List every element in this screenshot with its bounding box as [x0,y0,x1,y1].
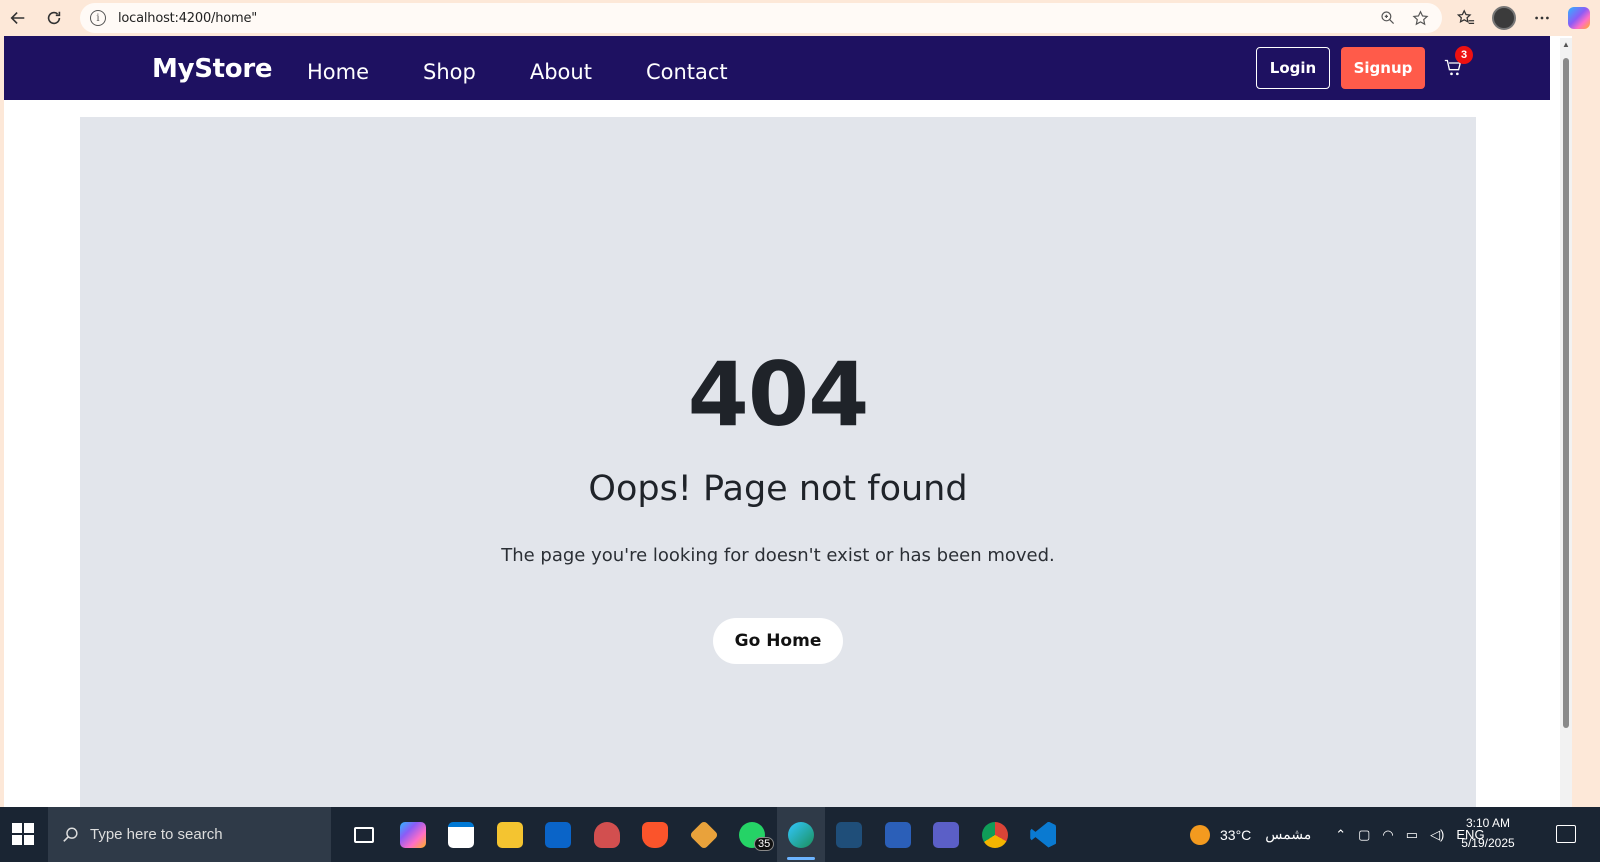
chevron-up-icon[interactable]: ⌃ [1335,827,1346,843]
clock-date: 5/19/2025 [1461,836,1515,850]
wifi-icon[interactable]: ◠ [1382,827,1393,843]
address-bar[interactable]: i localhost:4200/home" [80,3,1442,33]
copilot-app-icon[interactable] [389,807,438,862]
windows-start-icon[interactable] [12,823,34,845]
favorites-icon[interactable] [1454,4,1478,32]
weather-desc[interactable]: مشمس [1265,826,1311,843]
nav-link-about[interactable]: About [530,60,592,84]
word-icon[interactable] [874,807,923,862]
nav-link-shop[interactable]: Shop [423,60,476,84]
back-arrow-icon[interactable] [0,2,36,34]
windows-taskbar: Type here to search 35 33°C مشمس ⌃ ▢ ◠ ▭… [0,807,1600,862]
edge-browser-icon[interactable] [776,807,825,862]
browser-toolbar: i localhost:4200/home" [0,0,1600,36]
search-placeholder: Type here to search [90,826,223,843]
search-icon [63,827,78,842]
teams-icon[interactable] [922,807,971,862]
site-navbar: MyStore Home Shop About Contact Login Si… [4,36,1550,100]
whatsapp-icon[interactable]: 35 [728,807,777,862]
nav-link-home[interactable]: Home [307,60,369,84]
taskbar-search[interactable]: Type here to search [48,807,331,862]
copilot-icon[interactable] [1568,7,1590,29]
error-message: The page you're looking for doesn't exis… [501,545,1055,566]
signup-button[interactable]: Signup [1341,47,1425,89]
dev-tool-icon[interactable] [825,807,874,862]
chrome-icon[interactable] [971,807,1020,862]
notifications-icon[interactable] [1556,825,1576,843]
brand-logo[interactable]: MyStore [152,54,273,84]
site-info-icon[interactable]: i [90,10,106,26]
nav-link-contact[interactable]: Contact [646,60,728,84]
page-viewport: MyStore Home Shop About Contact Login Si… [4,36,1572,820]
outlook-icon[interactable] [534,807,583,862]
error-code: 404 [687,343,870,446]
not-found-panel: 404 Oops! Page not found The page you're… [80,117,1476,820]
cloud-app-icon[interactable] [583,807,632,862]
more-menu-icon[interactable] [1530,4,1554,32]
nav-links: Home Shop About Contact [307,60,782,84]
login-button[interactable]: Login [1256,47,1330,89]
microsoft-store-icon[interactable] [437,807,486,862]
meet-now-icon[interactable]: ▢ [1358,827,1370,843]
battery-icon[interactable]: ▭ [1406,827,1418,843]
scroll-up-arrow-icon[interactable]: ▲ [1562,40,1570,49]
scroll-thumb[interactable] [1563,58,1569,728]
taskbar-apps: 35 [340,807,1068,862]
file-explorer-icon[interactable] [486,807,535,862]
clock-time: 3:10 AM [1465,816,1511,830]
weather-temp[interactable]: 33°C [1220,827,1251,843]
profile-avatar[interactable] [1492,6,1516,30]
vscode-icon[interactable] [1019,807,1068,862]
url-text[interactable]: localhost:4200/home" [118,11,257,26]
taskbar-clock[interactable]: 3:10 AM 5/19/2025 [1456,813,1520,853]
system-tray: 33°C مشمس ⌃ ▢ ◠ ▭ ◁) ENG [1190,807,1485,862]
zoom-icon[interactable] [1378,8,1398,28]
weather-sun-icon[interactable] [1190,824,1210,845]
whatsapp-badge: 35 [754,837,775,851]
page-scrollbar[interactable]: ▲ ▼ [1560,38,1572,818]
favorite-star-icon[interactable] [1410,8,1430,28]
volume-icon[interactable]: ◁) [1430,827,1444,843]
error-title: Oops! Page not found [588,469,968,509]
brave-browser-icon[interactable] [631,807,680,862]
task-view-icon[interactable] [340,807,389,862]
reload-icon[interactable] [36,2,72,34]
go-home-button[interactable]: Go Home [713,618,843,664]
cart-count-badge: 3 [1455,46,1473,64]
git-icon[interactable] [680,807,729,862]
